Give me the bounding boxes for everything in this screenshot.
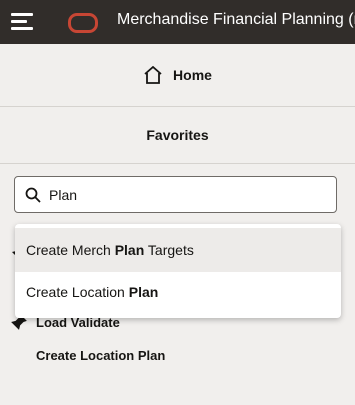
menu-icon[interactable] [11, 13, 33, 31]
home-icon [144, 66, 162, 84]
top-bar: Merchandise Financial Planning (mf [0, 0, 355, 44]
search-suggestions: Create Merch Plan Targets Create Locatio… [15, 224, 341, 318]
divider [0, 163, 355, 164]
nav-home-label: Home [173, 67, 212, 83]
search-icon [25, 187, 41, 203]
search-box[interactable] [14, 176, 337, 213]
suggestion-text: Create Location [26, 284, 129, 300]
suggestion-text: Targets [144, 242, 194, 258]
suggestion-text: Create Merch [26, 242, 115, 258]
nav-favorites-label: Favorites [146, 127, 209, 143]
search-input[interactable] [47, 185, 321, 204]
app-title: Merchandise Financial Planning (mf [117, 11, 355, 28]
suggestion-create-merch-plan-targets[interactable]: Create Merch Plan Targets [15, 228, 341, 272]
nav-favorites[interactable]: Favorites [0, 107, 355, 163]
favorite-item-create-location-plan[interactable]: Create Location Plan [36, 348, 165, 363]
oracle-logo-icon [68, 13, 98, 33]
suggestion-match: Plan [114, 242, 145, 258]
suggestion-create-location-plan[interactable]: Create Location Plan [15, 270, 341, 314]
nav-home[interactable]: Home [0, 44, 355, 106]
suggestion-match: Plan [128, 284, 159, 300]
